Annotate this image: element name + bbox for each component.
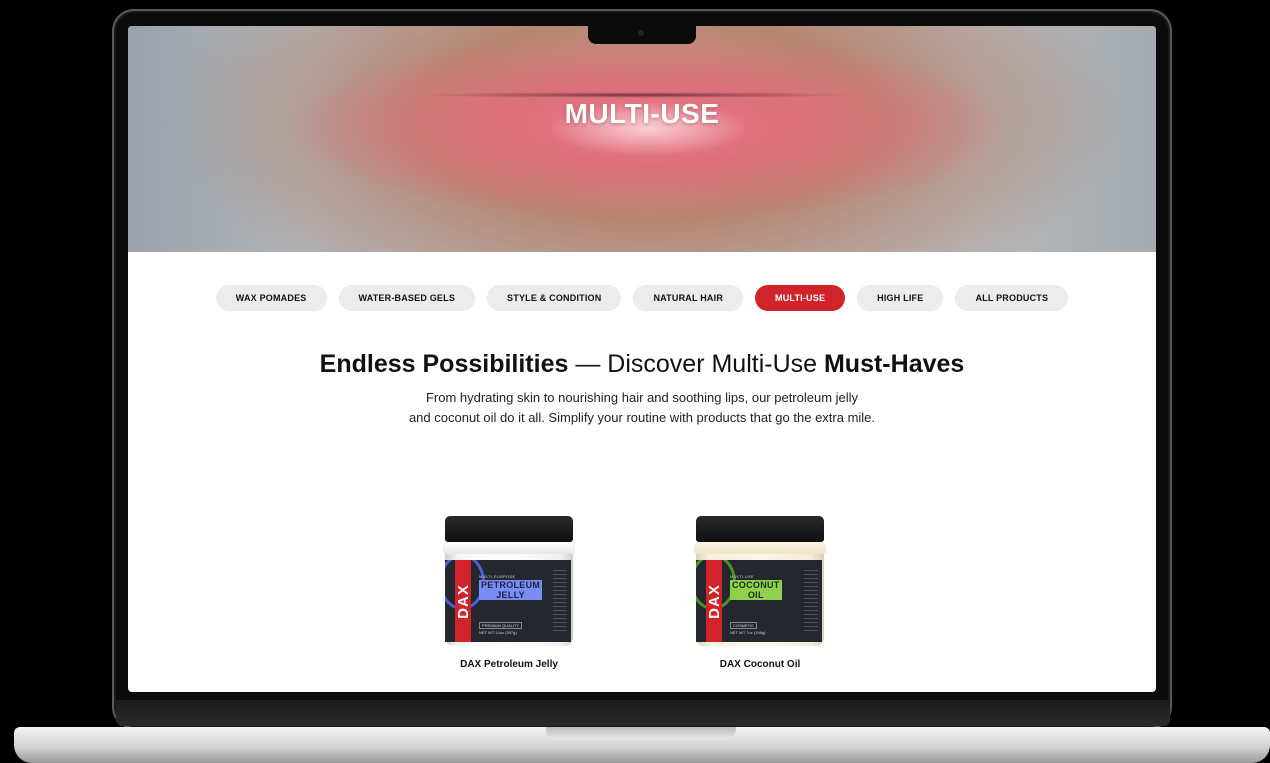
hero-title: MULTI-USE bbox=[564, 98, 720, 129]
camera-notch bbox=[588, 26, 696, 44]
headline-bold-1: Endless Possibilities bbox=[319, 350, 569, 378]
product-name[interactable]: DAX Petroleum Jelly bbox=[443, 659, 575, 670]
label-line-2: JELLY bbox=[496, 590, 525, 600]
section-headline: Endless Possibilities — Discover Multi-U… bbox=[128, 350, 1156, 379]
description-line-2: and coconut oil do it all. Simplify your… bbox=[408, 410, 876, 425]
jar-label: DAX MULTI-PURPOSE PETROLEUM JELLY PREMIU… bbox=[445, 560, 571, 642]
brand-strip: DAX bbox=[454, 560, 472, 642]
product-image-petroleum-jelly[interactable]: DAX MULTI-PURPOSE PETROLEUM JELLY PREMIU… bbox=[443, 516, 575, 651]
label-line-1: PETROLEUM bbox=[481, 580, 541, 590]
tab-high-life[interactable]: HIGH LIFE bbox=[857, 285, 944, 311]
category-tabs: WAX POMADES WATER-BASED GELS STYLE & CON… bbox=[128, 285, 1156, 311]
label-weight: NET WT 7oz (198g) bbox=[730, 630, 766, 635]
label-product-name: COCONUT OIL bbox=[730, 580, 782, 600]
website-screen: MULTI-USE WAX POMADES WATER-BASED GELS S… bbox=[128, 26, 1156, 692]
brand-strip: DAX bbox=[705, 560, 723, 642]
brand-logo: DAX bbox=[454, 583, 472, 619]
label-line-2: OIL bbox=[747, 590, 764, 600]
headline-light: — Discover Multi-Use bbox=[568, 350, 824, 378]
product-name[interactable]: DAX Coconut Oil bbox=[694, 659, 826, 670]
description-line-1: From hydrating skin to nourishing hair a… bbox=[425, 390, 859, 405]
hero-banner: MULTI-USE bbox=[128, 26, 1156, 252]
label-side-text bbox=[804, 570, 818, 634]
label-quality: PREMIUM QUALITY bbox=[479, 622, 523, 629]
section-description: From hydrating skin to nourishing hair a… bbox=[128, 388, 1156, 428]
jar-rim bbox=[694, 542, 826, 554]
headline-bold-2: Must-Haves bbox=[823, 350, 965, 378]
camera-icon bbox=[638, 30, 644, 36]
jar-lid bbox=[696, 516, 824, 542]
label-top-text: MULTI-USE bbox=[730, 574, 754, 579]
tab-natural-hair[interactable]: NATURAL HAIR bbox=[633, 285, 744, 311]
tab-all-products[interactable]: ALL PRODUCTS bbox=[955, 285, 1069, 311]
tab-wax-pomades[interactable]: WAX POMADES bbox=[215, 285, 327, 311]
label-product-name: PETROLEUM JELLY bbox=[479, 580, 543, 600]
tab-style-condition[interactable]: STYLE & CONDITION bbox=[487, 285, 622, 311]
jar-label: DAX MULTI-USE COCONUT OIL COSMETIC NET W… bbox=[696, 560, 822, 642]
product-card-coconut-oil[interactable]: DAX MULTI-USE COCONUT OIL COSMETIC NET W… bbox=[694, 516, 826, 670]
label-side-text bbox=[553, 570, 567, 634]
tab-multi-use[interactable]: MULTI-USE bbox=[755, 285, 846, 311]
laptop-hinge bbox=[116, 700, 1170, 726]
label-line-1: COCONUT bbox=[732, 580, 780, 590]
brand-logo: DAX bbox=[705, 583, 723, 619]
product-card-petroleum-jelly[interactable]: DAX MULTI-PURPOSE PETROLEUM JELLY PREMIU… bbox=[443, 516, 575, 670]
product-image-coconut-oil[interactable]: DAX MULTI-USE COCONUT OIL COSMETIC NET W… bbox=[694, 516, 826, 651]
label-weight: NET WT 14oz (397g) bbox=[479, 630, 517, 635]
label-top-text: MULTI-PURPOSE bbox=[479, 574, 516, 579]
tab-water-based-gels[interactable]: WATER-BASED GELS bbox=[338, 285, 476, 311]
jar-lid bbox=[445, 516, 573, 542]
label-quality: COSMETIC bbox=[730, 622, 758, 629]
laptop-base-notch bbox=[546, 727, 736, 739]
jar-rim bbox=[443, 542, 575, 554]
